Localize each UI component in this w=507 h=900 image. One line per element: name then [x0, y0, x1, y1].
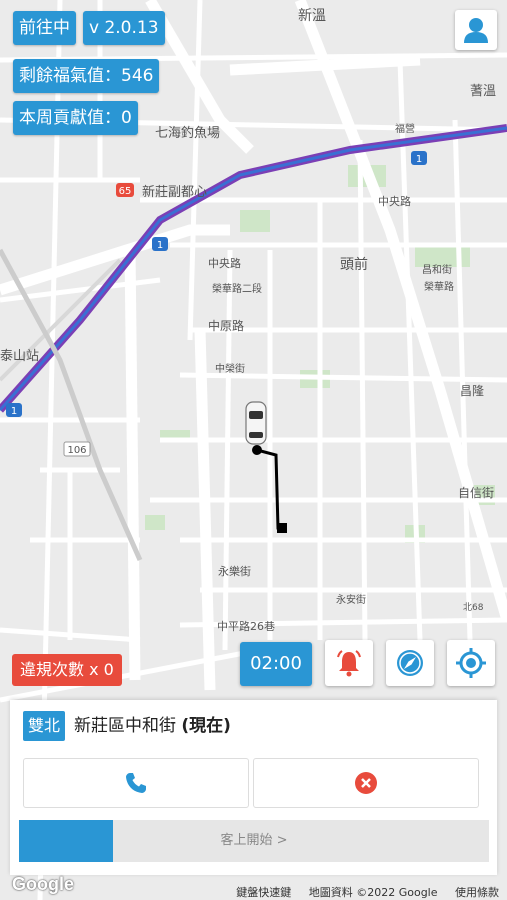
svg-text:106: 106 — [67, 445, 86, 456]
compass-button[interactable] — [386, 640, 434, 686]
svg-text:昌和街: 昌和街 — [422, 263, 452, 276]
weekly-contribution-chip: 本周貢獻值：0 — [13, 101, 138, 135]
profile-button[interactable] — [455, 10, 497, 50]
route-start-dot — [252, 445, 262, 455]
remaining-points-chip: 剩餘福氣值：546 — [13, 59, 160, 93]
svg-text:65: 65 — [119, 186, 132, 197]
svg-text:永樂街: 永樂街 — [218, 564, 251, 578]
cancel-trip-button[interactable] — [253, 758, 479, 808]
compass-icon — [397, 650, 423, 676]
svg-text:自信街: 自信街 — [458, 486, 494, 500]
version-chip: v 2.0.13 — [83, 11, 165, 45]
svg-text:昌隆: 昌隆 — [460, 383, 484, 398]
svg-text:中央路: 中央路 — [378, 195, 411, 208]
svg-text:榮華路二段: 榮華路二段 — [212, 282, 262, 295]
svg-text:1: 1 — [157, 240, 163, 251]
google-logo: Google — [12, 874, 74, 894]
close-icon — [355, 772, 377, 794]
call-button[interactable] — [23, 758, 249, 808]
locate-me-button[interactable] — [447, 640, 495, 686]
svg-text:1: 1 — [416, 154, 422, 165]
svg-text:中平路26巷: 中平路26巷 — [217, 620, 275, 633]
pickup-address: 新莊區中和街 (現在) — [74, 712, 231, 740]
map-data-text: 地圖資料 ©2022 Google — [308, 886, 438, 899]
svg-text:永安街: 永安街 — [336, 593, 366, 606]
countdown-timer: 02:00 — [240, 642, 312, 686]
user-icon — [464, 18, 488, 43]
keyboard-shortcuts-link[interactable]: 鍵盤快速鍵 — [236, 886, 291, 899]
svg-text:北68: 北68 — [463, 602, 484, 613]
svg-text:福營: 福營 — [395, 122, 415, 135]
terms-link[interactable]: 使用條款 — [455, 886, 499, 899]
destination-marker — [277, 523, 287, 533]
address-suffix: (現在) — [181, 716, 231, 736]
slider-label: 客上開始 > — [220, 833, 288, 848]
map-footer: 鍵盤快速鍵 地圖資料 ©2022 Google 使用條款 — [222, 884, 499, 900]
svg-text:蓍溫: 蓍溫 — [470, 84, 496, 99]
svg-text:榮華路: 榮華路 — [424, 280, 454, 293]
svg-text:頭前: 頭前 — [340, 256, 368, 273]
svg-text:1: 1 — [11, 406, 17, 417]
svg-text:中央路: 中央路 — [208, 257, 241, 270]
svg-text:中原路: 中原路 — [208, 318, 244, 333]
svg-text:泰山站: 泰山站 — [0, 349, 39, 364]
svg-text:新莊副都心: 新莊副都心 — [142, 184, 207, 200]
phone-icon — [126, 773, 146, 793]
address-text: 新莊區中和街 — [74, 716, 176, 736]
car-icon — [245, 401, 267, 445]
alarm-button[interactable] — [325, 640, 373, 686]
violation-count-badge: 違規次數 x 0 — [12, 654, 122, 686]
region-badge: 雙北 — [23, 711, 66, 741]
trip-panel: 雙北 新莊區中和街 (現在) 客上開始 > — [10, 700, 497, 875]
locate-icon — [456, 648, 486, 678]
bell-icon — [337, 650, 361, 677]
svg-text:中榮街: 中榮街 — [215, 362, 245, 375]
svg-text:新溫: 新溫 — [298, 8, 326, 24]
svg-text:七海釣魚場: 七海釣魚場 — [155, 125, 220, 141]
start-trip-slider[interactable]: 客上開始 > — [19, 820, 489, 862]
trip-status-chip: 前往中 — [13, 11, 76, 45]
